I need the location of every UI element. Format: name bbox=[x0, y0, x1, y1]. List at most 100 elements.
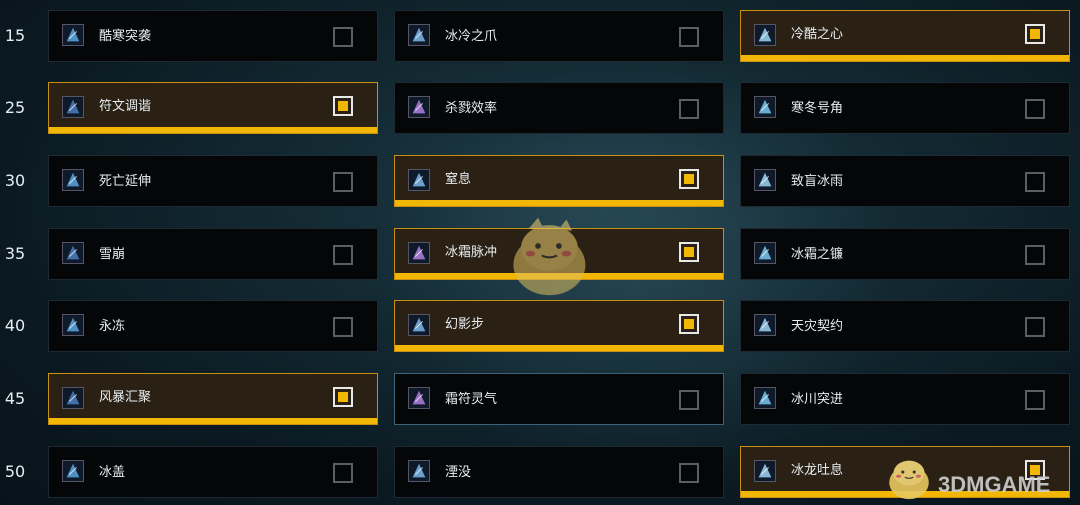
talent-name: 天灾契约 bbox=[791, 319, 844, 334]
talent-checkbox[interactable] bbox=[1025, 245, 1045, 265]
asphyxiate-icon bbox=[408, 169, 430, 191]
talent-name: 雪崩 bbox=[99, 247, 126, 262]
talent-name: 幻影步 bbox=[445, 317, 485, 332]
checkbox-fill bbox=[684, 319, 694, 329]
talent-checkbox[interactable] bbox=[1025, 390, 1045, 410]
blinding-sleet-icon bbox=[754, 169, 776, 191]
talent-checkbox[interactable] bbox=[333, 27, 353, 47]
talent-checkbox[interactable] bbox=[333, 387, 353, 407]
frostscythe-icon bbox=[754, 242, 776, 264]
runic-attenuation-icon bbox=[62, 96, 84, 118]
talent-card[interactable]: 幻影步 bbox=[394, 300, 724, 352]
level-label: 40 bbox=[4, 316, 26, 335]
talent-card[interactable]: 冰盖 bbox=[48, 446, 378, 498]
talent-card[interactable]: 风暴汇聚 bbox=[48, 373, 378, 425]
talent-name: 冰川突进 bbox=[791, 392, 844, 407]
talent-card[interactable]: 杀戮效率 bbox=[394, 82, 724, 134]
level-label: 15 bbox=[4, 26, 26, 45]
avalanche-icon bbox=[62, 242, 84, 264]
gathering-storm-icon bbox=[62, 387, 84, 409]
talent-card[interactable]: 酷寒突袭 bbox=[48, 10, 378, 62]
talent-name: 湮没 bbox=[445, 465, 472, 480]
talent-checkbox[interactable] bbox=[333, 172, 353, 192]
talent-checkbox[interactable] bbox=[1025, 172, 1045, 192]
talent-name: 冷酷之心 bbox=[791, 27, 844, 42]
talent-card[interactable]: 窒息 bbox=[394, 155, 724, 207]
talent-name: 冰霜脉冲 bbox=[445, 245, 498, 260]
talent-row: 30 死亡延伸 窒息 致盲冰雨 bbox=[0, 155, 1080, 213]
talent-name: 霜符灵气 bbox=[445, 392, 498, 407]
checkbox-fill bbox=[338, 392, 348, 402]
talent-card[interactable]: 致盲冰雨 bbox=[740, 155, 1070, 207]
level-label: 25 bbox=[4, 98, 26, 117]
level-label: 50 bbox=[4, 462, 26, 481]
wraith-walk-icon bbox=[408, 314, 430, 336]
talent-name: 冰龙吐息 bbox=[791, 463, 844, 478]
talent-checkbox[interactable] bbox=[1025, 99, 1045, 119]
talent-checkbox[interactable] bbox=[333, 317, 353, 337]
talent-name: 致盲冰雨 bbox=[791, 174, 844, 189]
icecap-ring-icon bbox=[62, 460, 84, 482]
talent-row: 25 符文调谐 杀戮效率 寒冬号角 bbox=[0, 82, 1080, 140]
talent-name: 冰霜之镰 bbox=[791, 247, 844, 262]
talent-name: 酷寒突袭 bbox=[99, 29, 152, 44]
talent-checkbox[interactable] bbox=[333, 96, 353, 116]
horn-of-winter-icon bbox=[754, 96, 776, 118]
talent-name: 符文调谐 bbox=[99, 99, 152, 114]
checkbox-fill bbox=[338, 101, 348, 111]
obliteration-icon bbox=[408, 460, 430, 482]
talent-card[interactable]: 湮没 bbox=[394, 446, 724, 498]
talent-name: 窒息 bbox=[445, 172, 472, 187]
talent-row: 15 酷寒突袭 冰冷之爪 冷酷之心 bbox=[0, 10, 1080, 68]
talent-row: 45 风暴汇聚 霜符灵气 冰川突进 bbox=[0, 373, 1080, 431]
icy-talons-icon bbox=[408, 24, 430, 46]
deaths-reach-icon bbox=[62, 169, 84, 191]
talent-name: 杀戮效率 bbox=[445, 101, 498, 116]
talent-name: 冰盖 bbox=[99, 465, 126, 480]
talent-checkbox[interactable] bbox=[679, 463, 699, 483]
talent-checkbox[interactable] bbox=[679, 390, 699, 410]
talent-name: 死亡延伸 bbox=[99, 174, 152, 189]
talent-name: 风暴汇聚 bbox=[99, 390, 152, 405]
talent-name: 永冻 bbox=[99, 319, 126, 334]
level-label: 45 bbox=[4, 389, 26, 408]
talent-checkbox[interactable] bbox=[679, 27, 699, 47]
talent-name: 冰冷之爪 bbox=[445, 29, 498, 44]
talent-card[interactable]: 冰霜之镰 bbox=[740, 228, 1070, 280]
checkbox-fill bbox=[684, 174, 694, 184]
talent-card[interactable]: 天灾契约 bbox=[740, 300, 1070, 352]
breath-of-sindragosa-icon bbox=[754, 460, 776, 482]
frozen-pulse-icon bbox=[408, 242, 430, 264]
glacial-advance-icon bbox=[408, 387, 430, 409]
talent-card[interactable]: 霜符灵气 bbox=[394, 373, 724, 425]
talent-card[interactable]: 冷酷之心 bbox=[740, 10, 1070, 62]
mascot-logo-icon bbox=[889, 460, 929, 500]
talent-checkbox[interactable] bbox=[333, 245, 353, 265]
talent-card[interactable]: 符文调谐 bbox=[48, 82, 378, 134]
permafrost-icon bbox=[62, 314, 84, 336]
level-label: 30 bbox=[4, 171, 26, 190]
talent-checkbox[interactable] bbox=[333, 463, 353, 483]
cold-heart-icon bbox=[754, 24, 776, 46]
checkbox-fill bbox=[684, 247, 694, 257]
murderous-efficiency-icon bbox=[408, 96, 430, 118]
icecap-icon bbox=[754, 387, 776, 409]
talent-checkbox[interactable] bbox=[679, 314, 699, 334]
talent-checkbox[interactable] bbox=[1025, 24, 1045, 44]
death-pact-icon bbox=[754, 314, 776, 336]
talent-card[interactable]: 寒冬号角 bbox=[740, 82, 1070, 134]
checkbox-fill bbox=[1030, 29, 1040, 39]
talent-checkbox[interactable] bbox=[1025, 317, 1045, 337]
talent-row: 40 永冻 幻影步 天灾契约 bbox=[0, 300, 1080, 358]
frost-strike-icon bbox=[62, 24, 84, 46]
talent-checkbox[interactable] bbox=[679, 169, 699, 189]
site-watermark: 3DMGAME bbox=[938, 472, 1051, 497]
talent-checkbox[interactable] bbox=[679, 242, 699, 262]
talent-card[interactable]: 冰冷之爪 bbox=[394, 10, 724, 62]
talent-card[interactable]: 永冻 bbox=[48, 300, 378, 352]
talent-card[interactable]: 死亡延伸 bbox=[48, 155, 378, 207]
mascot-watermark-center bbox=[513, 217, 586, 296]
talent-card[interactable]: 冰川突进 bbox=[740, 373, 1070, 425]
talent-card[interactable]: 雪崩 bbox=[48, 228, 378, 280]
talent-checkbox[interactable] bbox=[679, 99, 699, 119]
